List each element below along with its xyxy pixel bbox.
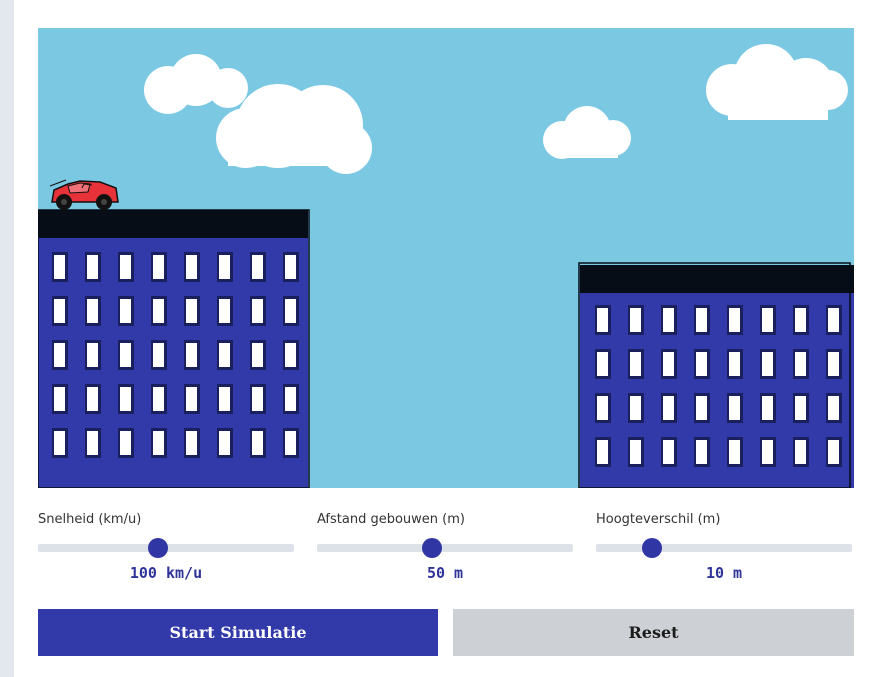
distance-slider-track[interactable] [317,544,573,552]
window-pane [630,308,641,332]
height-control: Hoogteverschil (m) 10 m [596,508,852,588]
window-pane [762,308,773,332]
window-pane [252,387,263,411]
window-pane [762,352,773,376]
window-pane [630,440,641,464]
window-pane [120,387,131,411]
window-pane [120,431,131,455]
window-pane [54,255,65,279]
start-simulation-button[interactable]: Start Simulatie [38,609,438,656]
window-pane [54,431,65,455]
height-slider-track[interactable] [596,544,852,552]
window-pane [630,396,641,420]
window-pane [696,308,707,332]
window-pane [186,387,197,411]
window-pane [285,343,296,367]
window-pane [597,352,608,376]
window-pane [696,396,707,420]
window-pane [828,352,839,376]
window-pane [795,308,806,332]
window-pane [696,440,707,464]
window-pane [87,255,98,279]
height-label: Hoogteverschil (m) [596,512,721,527]
window-pane [219,343,230,367]
window-pane [153,387,164,411]
simulation-scene [38,28,854,488]
window-pane [285,299,296,323]
window-pane [186,431,197,455]
window-pane [729,352,740,376]
window-pane [219,387,230,411]
distance-slider-thumb[interactable] [422,538,443,558]
window-pane [252,299,263,323]
window-pane [795,352,806,376]
window-pane [54,299,65,323]
window-pane [762,440,773,464]
window-pane [285,431,296,455]
window-pane [828,440,839,464]
window-pane [120,299,131,323]
window-pane [597,308,608,332]
window-pane [630,352,641,376]
distance-control: Afstand gebouwen (m) 50 m [317,508,573,588]
slider-controls: Snelheid (km/u) 100 km/u Afstand gebouwe… [38,508,854,588]
window-pane [795,396,806,420]
window-pane [87,343,98,367]
window-pane [153,431,164,455]
window-pane [120,255,131,279]
window-pane [252,255,263,279]
window-pane [87,299,98,323]
window-pane [186,299,197,323]
window-pane [729,396,740,420]
distance-value: 50 m [426,564,464,582]
window-pane [120,343,131,367]
window-pane [186,255,197,279]
window-pane [663,352,674,376]
window-pane [762,396,773,420]
window-pane [153,255,164,279]
window-pane [828,396,839,420]
window-pane [219,255,230,279]
window-pane [219,431,230,455]
window-pane [696,352,707,376]
window-pane [54,343,65,367]
window-pane [597,396,608,420]
scene-canvas [38,28,854,488]
building-right [578,262,854,488]
window-pane [597,440,608,464]
window-pane [153,343,164,367]
height-value: 10 m [705,564,743,582]
window-pane [828,308,839,332]
speed-value: 100 km/u [129,564,203,582]
speed-control: Snelheid (km/u) 100 km/u [38,508,294,588]
window-pane [252,343,263,367]
window-pane [87,387,98,411]
building-left [38,209,310,488]
window-pane [54,387,65,411]
window-pane [285,387,296,411]
window-pane [285,255,296,279]
speed-label: Snelheid (km/u) [38,512,142,527]
reset-button[interactable]: Reset [453,609,854,656]
window-pane [186,343,197,367]
speed-slider-thumb[interactable] [148,538,169,558]
window-pane [252,431,263,455]
window-pane [729,308,740,332]
window-pane [219,299,230,323]
window-pane [663,396,674,420]
window-pane [729,440,740,464]
window-pane [663,308,674,332]
window-pane [153,299,164,323]
height-slider-thumb[interactable] [642,538,663,558]
distance-label: Afstand gebouwen (m) [317,512,465,527]
window-pane [663,440,674,464]
window-pane [87,431,98,455]
window-pane [795,440,806,464]
